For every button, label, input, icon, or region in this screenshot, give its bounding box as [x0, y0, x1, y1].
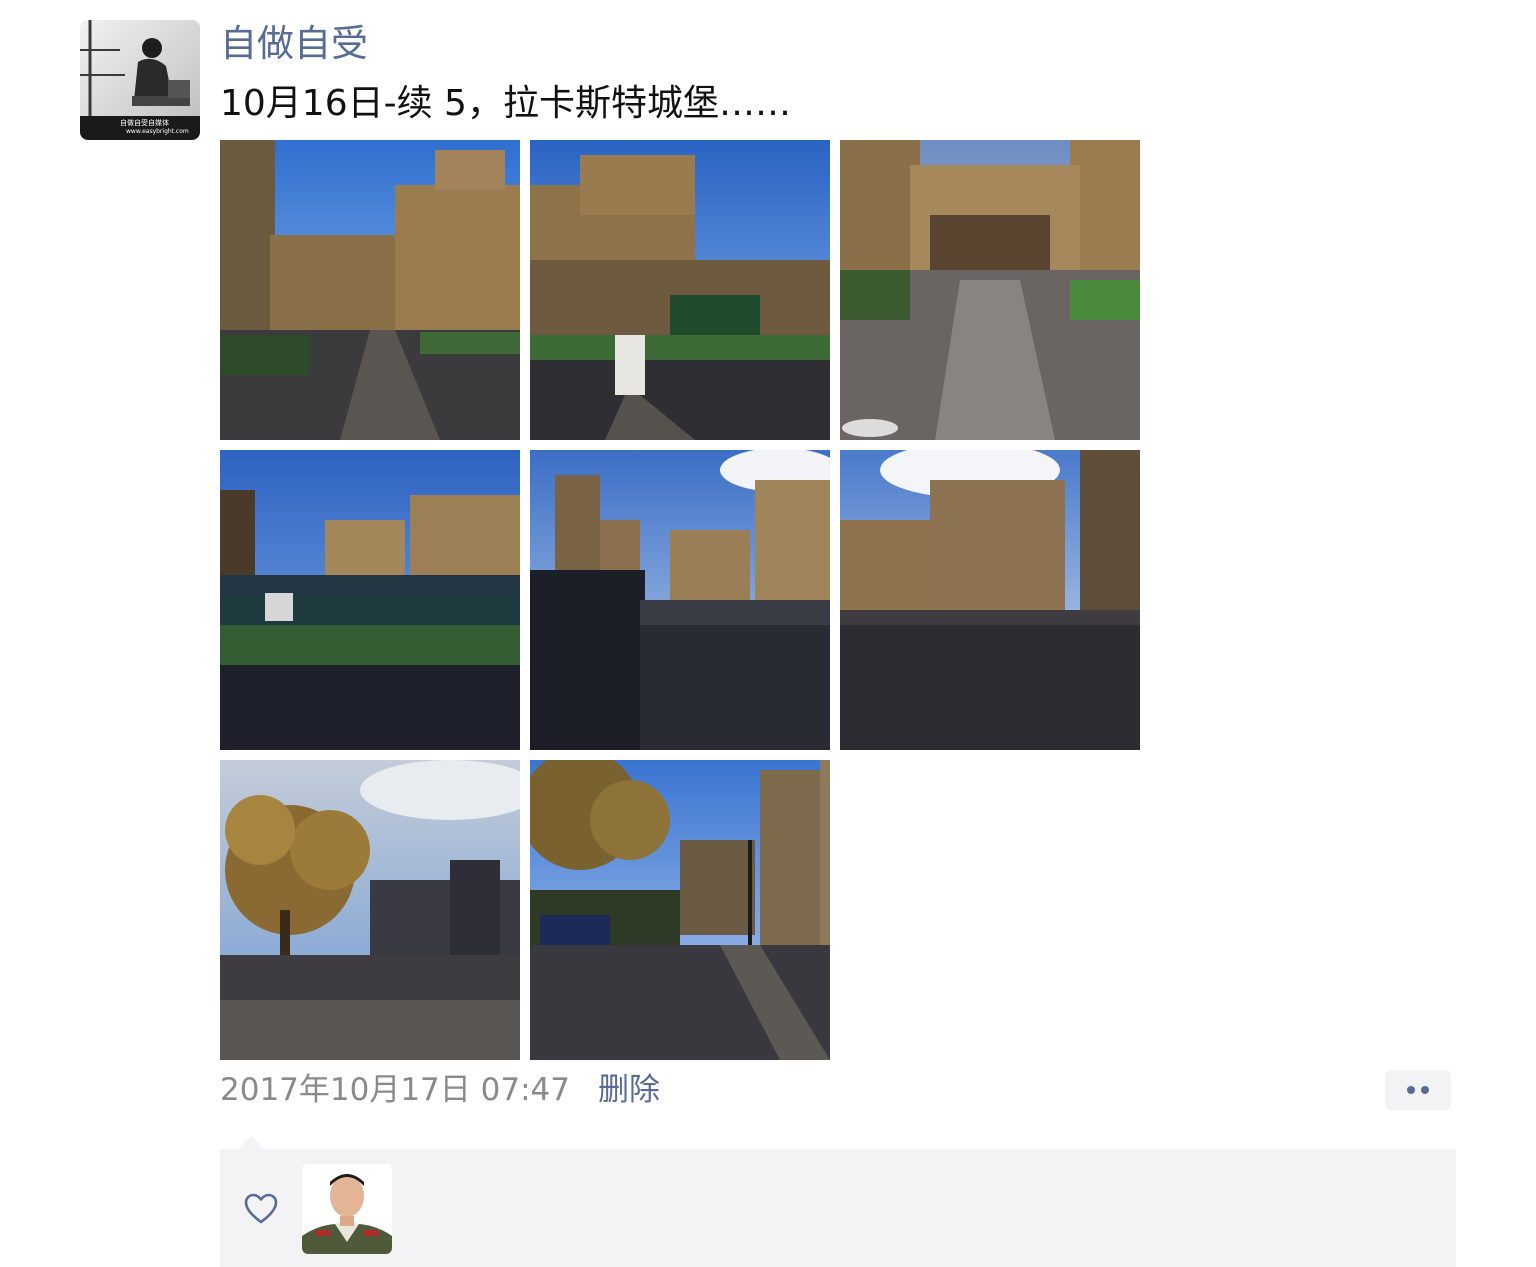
author-name[interactable]: 自做自受 [220, 16, 368, 72]
more-button[interactable] [1385, 1070, 1451, 1110]
photo-1[interactable] [220, 140, 520, 440]
photo-3[interactable] [840, 140, 1140, 440]
post-text: 10月16日-续 5，拉卡斯特城堡…… [220, 83, 791, 124]
avatar-caption-url: www.easybright.com [126, 128, 189, 135]
moments-post: 自做自受自媒体 www.easybright.com 自做自受 10月16日-续… [0, 0, 1536, 1267]
more-dots-icon [1407, 1086, 1415, 1094]
photo-4[interactable] [220, 450, 520, 750]
likes-panel [220, 1149, 1456, 1267]
author-avatar[interactable]: 自做自受自媒体 www.easybright.com [80, 20, 200, 140]
liker-avatar[interactable] [302, 1164, 392, 1254]
avatar-caption: 自做自受自媒体 [120, 119, 169, 127]
likes-panel-caret [238, 1136, 264, 1149]
photo-6[interactable] [840, 450, 1140, 750]
more-dots-icon [1421, 1086, 1429, 1094]
photo-7[interactable] [220, 760, 520, 1060]
delete-link[interactable]: 删除 [598, 1066, 660, 1114]
post-timestamp: 2017年10月17日 07:47 [220, 1072, 570, 1108]
photo-5[interactable] [530, 450, 830, 750]
photo-8[interactable] [530, 760, 830, 1060]
photo-2[interactable] [530, 140, 830, 440]
heart-outline-icon [244, 1193, 278, 1225]
